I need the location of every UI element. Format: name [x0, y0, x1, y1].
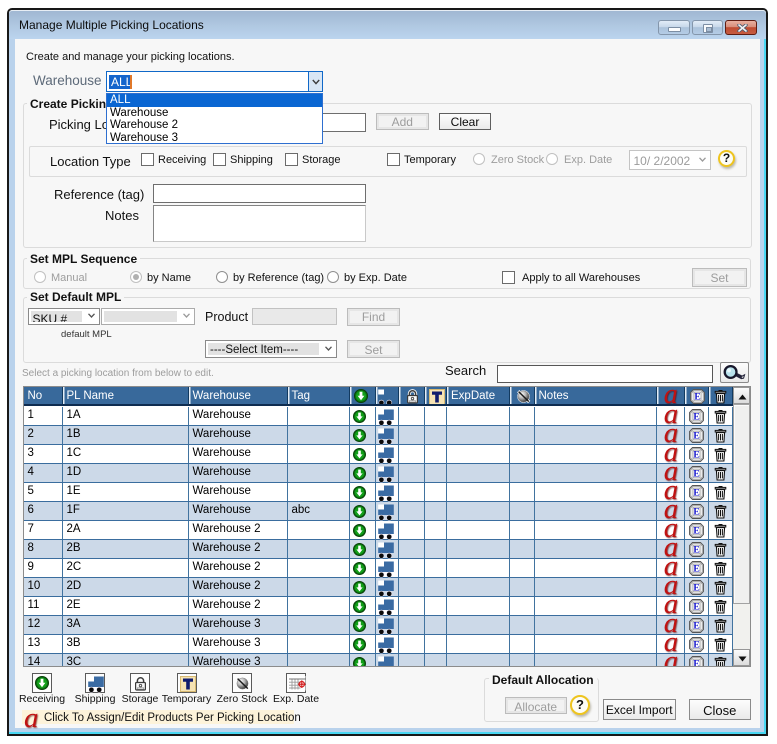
svg-text:E: E	[693, 640, 699, 650]
svg-text:E: E	[693, 431, 699, 441]
svg-text:E: E	[693, 545, 699, 555]
svg-text:E: E	[693, 621, 699, 631]
svg-text:E: E	[693, 412, 699, 422]
svg-text:E: E	[694, 392, 700, 402]
svg-text:E: E	[693, 488, 699, 498]
svg-text:E: E	[693, 583, 699, 593]
svg-text:E: E	[693, 602, 699, 612]
svg-text:E: E	[693, 526, 699, 536]
svg-text:E: E	[693, 507, 699, 517]
svg-text:E: E	[693, 450, 699, 460]
svg-text:E: E	[693, 469, 699, 479]
svg-text:E: E	[693, 564, 699, 574]
svg-text:E: E	[693, 659, 699, 667]
